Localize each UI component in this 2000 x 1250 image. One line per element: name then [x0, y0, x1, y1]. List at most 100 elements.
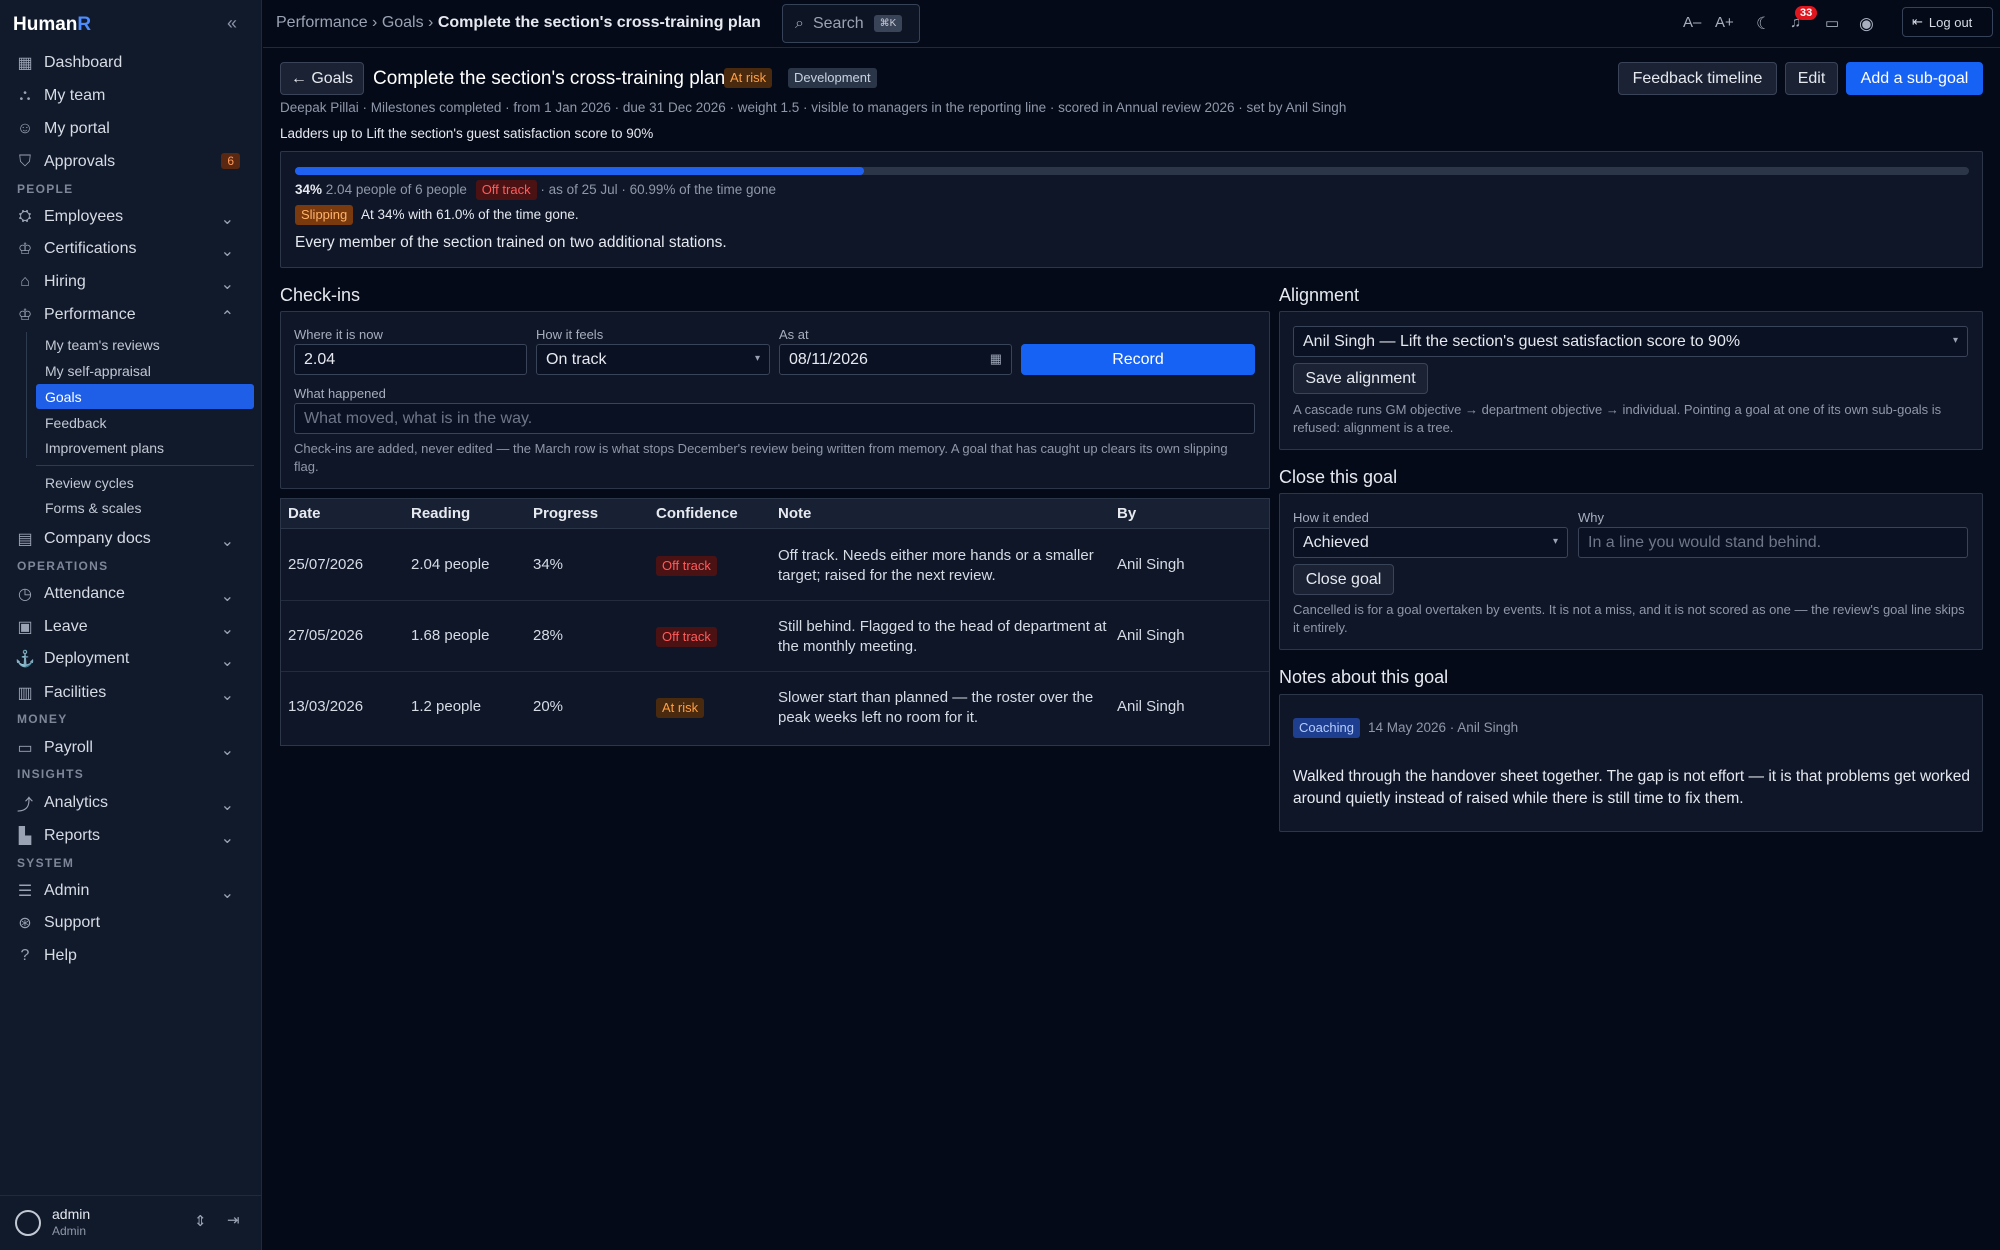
chat-icon[interactable]: ▭ — [1825, 14, 1839, 32]
sidebar-item-attendance[interactable]: ◷ Attendance ⌄ — [16, 579, 250, 609]
sidebar-item-review-cycles[interactable]: Review cycles — [36, 470, 254, 495]
record-button[interactable]: Record — [1021, 344, 1255, 375]
sliders-icon: ☰ — [17, 883, 33, 900]
sidebar-item-team-reviews[interactable]: My team's reviews — [36, 332, 254, 357]
breadcrumb-performance[interactable]: Performance — [276, 14, 368, 31]
chevron-down-icon: ⌄ — [220, 885, 234, 902]
why-input[interactable]: In a line you would stand behind. — [1578, 527, 1968, 558]
anchor-icon: ⚓ — [15, 651, 35, 668]
award-icon: ♔ — [17, 241, 33, 258]
happened-input[interactable]: What moved, what is in the way. — [294, 403, 1255, 434]
sidebar-item-forms-scales[interactable]: Forms & scales — [36, 495, 254, 520]
logout-icon[interactable]: ⇥ — [227, 1211, 240, 1229]
logout-button[interactable]: ⇤ Log out — [1902, 7, 1993, 37]
chevron-down-icon: ⌄ — [220, 211, 234, 228]
asat-label: As at — [779, 327, 809, 342]
chevron-down-icon: ▾ — [1952, 335, 1958, 346]
save-alignment-button[interactable]: Save alignment — [1293, 363, 1428, 394]
cell-date: 27/05/2026 — [288, 627, 364, 644]
goal-description: Every member of the section trained on t… — [295, 234, 727, 251]
close-hint: Cancelled is for a goal overtaken by eve… — [1293, 602, 1965, 635]
where-input[interactable]: 2.04 — [294, 344, 527, 375]
col-date[interactable]: Date — [288, 505, 321, 522]
cell-progress: 20% — [533, 698, 564, 715]
back-to-goals-button[interactable]: ← Goals — [280, 62, 364, 95]
team-icon: ⛬ — [19, 87, 31, 104]
sidebar-item-admin[interactable]: ☰ Admin ⌄ — [16, 876, 250, 906]
sidebar-item-self-appraisal[interactable]: My self-appraisal — [36, 358, 254, 383]
slipping-badge: Slipping — [295, 205, 354, 225]
bar-chart-icon: ▙ — [18, 828, 32, 845]
col-by[interactable]: By — [1117, 505, 1136, 522]
sidebar-item-hiring[interactable]: ⌂ Hiring ⌄ — [16, 267, 250, 297]
cell-date: 25/07/2026 — [288, 556, 364, 573]
col-progress[interactable]: Progress — [533, 505, 598, 522]
font-decrease-button[interactable]: A– — [1683, 14, 1701, 31]
sidebar-item-leave[interactable]: ▣ Leave ⌄ — [16, 612, 250, 642]
briefcase-icon: ⌂ — [20, 273, 30, 290]
track-badge: Off track — [475, 180, 537, 200]
avatar-icon[interactable] — [15, 1210, 41, 1236]
user-name: admin — [52, 1206, 91, 1222]
feedback-timeline-button[interactable]: Feedback timeline — [1618, 62, 1777, 95]
checkins-heading: Check-ins — [280, 285, 361, 305]
sidebar-item-help[interactable]: ? Help — [16, 941, 250, 971]
moon-icon[interactable]: ☾ — [1756, 14, 1771, 34]
sidebar-item-analytics[interactable]: ⤴ Analytics ⌄ — [16, 788, 250, 818]
cell-reading: 1.2 people — [411, 698, 482, 715]
goal-title: Complete the section's cross-training pl… — [373, 68, 726, 89]
chevron-down-icon: ⌄ — [220, 588, 234, 605]
sidebar-item-performance[interactable]: ♔ Performance ⌃ — [16, 300, 250, 330]
section-label-people: PEOPLE — [17, 182, 74, 196]
cell-progress: 34% — [533, 556, 564, 573]
ended-select[interactable]: Achieved ▾ — [1293, 527, 1568, 558]
slipping-text: At 34% with 61.0% of the time gone. — [361, 207, 579, 222]
close-goal-button[interactable]: Close goal — [1293, 564, 1394, 595]
chevron-down-icon: ⌄ — [220, 243, 234, 260]
col-reading[interactable]: Reading — [411, 505, 470, 522]
sidebar-item-reports[interactable]: ▙ Reports ⌄ — [16, 821, 250, 851]
cell-note: Off track. Needs either more hands or a … — [778, 547, 1094, 584]
search-button[interactable]: ⌕ Search ⌘K — [782, 4, 920, 43]
progress-asof: · as of 25 Jul · 60.99% of the time gone — [540, 182, 776, 197]
note-type-badge: Coaching — [1293, 718, 1360, 738]
sidebar-item-dashboard[interactable]: ▦ Dashboard — [16, 48, 250, 78]
calendar-icon[interactable]: ▦ — [990, 351, 1002, 367]
checkins-hint: Check-ins are added, never edited — the … — [294, 441, 1228, 474]
profile-icon[interactable]: ◉ — [1859, 14, 1874, 34]
banknote-icon: ▭ — [17, 740, 33, 757]
asat-date-input[interactable]: 08/11/2026 ▦ — [779, 344, 1012, 375]
chevron-down-icon: ⌄ — [220, 742, 234, 759]
sidebar-item-approvals[interactable]: ⛉ Approvals 6 — [16, 147, 250, 177]
progress-panel: 34% 2.04 people of 6 people Off track · … — [280, 151, 1983, 268]
sidebar-item-my-portal[interactable]: ☺ My portal — [16, 114, 250, 144]
expand-user-icon[interactable]: ⇕ — [194, 1212, 207, 1230]
sidebar-item-support[interactable]: ⊛ Support — [16, 908, 250, 938]
add-sub-goal-button[interactable]: Add a sub-goal — [1846, 62, 1983, 95]
sidebar-item-deployment[interactable]: ⚓ Deployment ⌄ — [15, 644, 250, 674]
goal-ladder: Ladders up to Lift the section's guest s… — [280, 126, 654, 141]
brand-logo[interactable]: HumanR — [13, 14, 91, 36]
why-label: Why — [1578, 510, 1604, 525]
font-increase-button[interactable]: A+ — [1715, 14, 1734, 31]
sidebar-item-facilities[interactable]: ▥ Facilities ⌄ — [16, 678, 250, 708]
sidebar-item-certifications[interactable]: ♔ Certifications ⌄ — [16, 234, 250, 264]
breadcrumb-goals[interactable]: Goals — [382, 14, 424, 31]
col-confidence[interactable]: Confidence — [656, 505, 738, 522]
col-note[interactable]: Note — [778, 505, 811, 522]
alignment-select[interactable]: Anil Singh — Lift the section's guest sa… — [1293, 326, 1968, 357]
search-shortcut: ⌘K — [873, 15, 903, 32]
feel-select[interactable]: On track ▾ — [536, 344, 770, 375]
book-icon: ▤ — [17, 531, 33, 548]
collapse-sidebar-icon[interactable]: « — [227, 13, 237, 34]
sidebar-item-company-docs[interactable]: ▤ Company docs ⌄ — [16, 524, 250, 554]
ended-label: How it ended — [1293, 510, 1369, 525]
sidebar-item-employees[interactable]: ⛭ Employees ⌄ — [16, 202, 250, 232]
edit-button[interactable]: Edit — [1785, 62, 1838, 95]
topbar: Performance › Goals › Complete the secti… — [263, 0, 2000, 48]
sidebar-item-feedback[interactable]: Feedback — [36, 410, 254, 435]
sidebar-item-improvement-plans[interactable]: Improvement plans — [36, 435, 254, 460]
sidebar-item-payroll[interactable]: ▭ Payroll ⌄ — [16, 733, 250, 763]
sidebar-item-my-team[interactable]: ⛬ My team — [16, 81, 250, 111]
sidebar-item-goals[interactable]: Goals — [36, 384, 254, 409]
